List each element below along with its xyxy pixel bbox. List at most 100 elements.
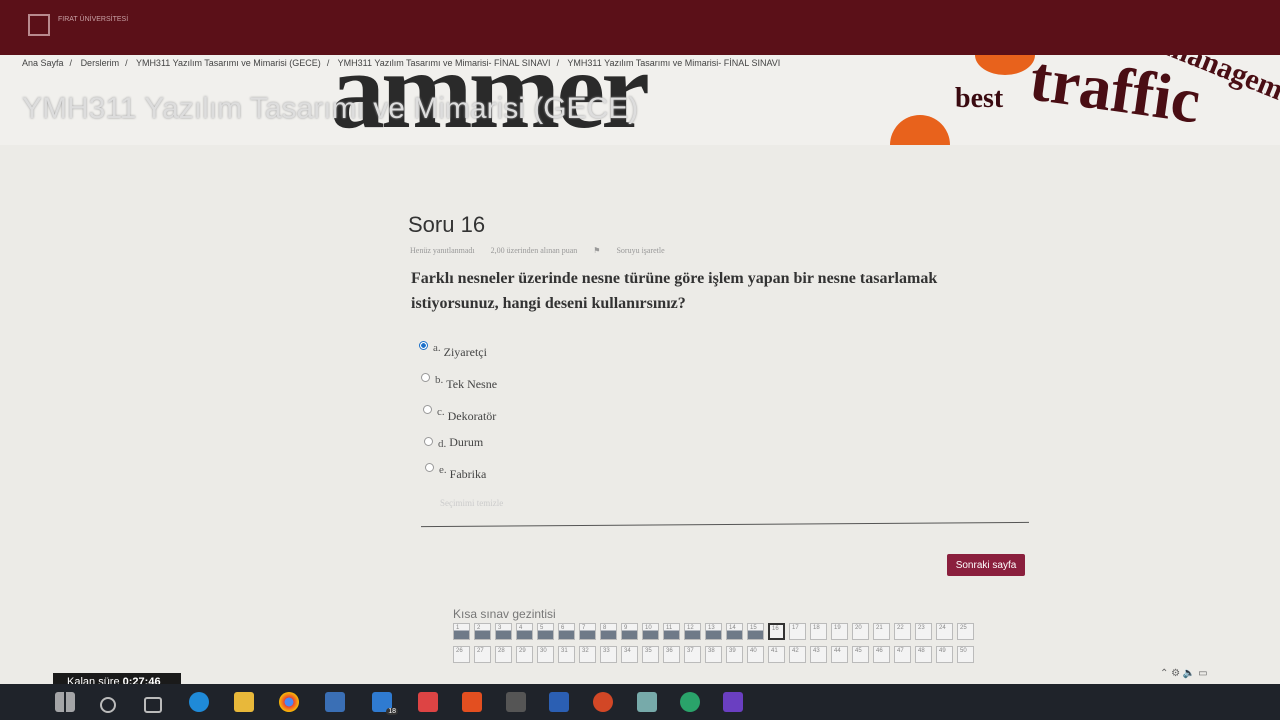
quiz-nav-button[interactable]: 26 xyxy=(453,646,470,663)
quiz-nav-button[interactable]: 27 xyxy=(474,646,491,663)
quiz-nav-button[interactable]: 32 xyxy=(579,646,596,663)
divider xyxy=(421,521,1029,528)
quiz-nav-button[interactable]: 23 xyxy=(915,623,932,640)
quiz-nav-button[interactable]: 24 xyxy=(936,623,953,640)
quiz-nav-button[interactable]: 41 xyxy=(768,646,785,663)
quiz-nav-button[interactable]: 6 xyxy=(558,623,575,640)
quiz-nav-button[interactable]: 19 xyxy=(831,623,848,640)
question-points: 2,00 üzerinden alınan puan xyxy=(490,246,578,255)
system-tray-icon[interactable]: ⌃ ⚙ 🔈 ▭ xyxy=(1160,668,1208,679)
quiz-nav-button[interactable]: 48 xyxy=(915,646,932,663)
screen: FIRAT ÜNİVERSİTESİ ammer traffic managem… xyxy=(0,0,1280,720)
mail-icon[interactable]: 18 xyxy=(372,692,398,715)
quiz-nav-button[interactable]: 33 xyxy=(600,646,617,663)
word-icon[interactable] xyxy=(549,692,569,712)
quiz-nav-button[interactable]: 12 xyxy=(684,623,701,640)
breadcrumb-item[interactable]: Derslerim xyxy=(81,58,120,68)
option-label: Tek Nesne xyxy=(446,377,498,391)
answer-option-d[interactable]: d. Durum xyxy=(424,435,483,450)
radio-button[interactable] xyxy=(419,341,428,350)
quiz-nav-button[interactable]: 17 xyxy=(789,623,806,640)
mail-badge: 18 xyxy=(386,708,398,715)
quiz-nav-button[interactable]: 45 xyxy=(852,646,869,663)
gift-icon[interactable] xyxy=(418,692,438,712)
flag-label: Soruyu işaretle xyxy=(616,246,665,255)
quiz-nav-button[interactable]: 7 xyxy=(579,623,596,640)
quiz-nav-button[interactable]: 25 xyxy=(957,623,974,640)
quiz-nav-button[interactable]: 36 xyxy=(663,646,680,663)
quiz-nav-button[interactable]: 1 xyxy=(453,623,470,640)
tools-icon[interactable] xyxy=(506,692,526,712)
option-letter: d. xyxy=(438,438,447,450)
logo-text: FIRAT ÜNİVERSİTESİ xyxy=(58,16,129,23)
quiz-nav-button[interactable]: 31 xyxy=(558,646,575,663)
answer-option-c[interactable]: c. Dekoratör xyxy=(423,405,496,424)
flag-question-link[interactable]: ⚑ Soruyu işaretle xyxy=(593,246,678,255)
quiz-nav-button[interactable]: 2 xyxy=(474,623,491,640)
radio-button[interactable] xyxy=(424,437,433,446)
flag-icon: ⚑ xyxy=(593,246,601,255)
clear-choice-link[interactable]: Seçimimi temizle xyxy=(440,498,503,508)
university-logo-icon[interactable] xyxy=(28,14,50,36)
radio-button[interactable] xyxy=(425,463,434,472)
quiz-nav-button[interactable]: 34 xyxy=(621,646,638,663)
powerpoint-icon[interactable] xyxy=(593,692,613,712)
quiz-nav-button[interactable]: 8 xyxy=(600,623,617,640)
breadcrumb-item[interactable]: Ana Sayfa xyxy=(22,58,64,68)
quiz-nav-button[interactable]: 9 xyxy=(621,623,638,640)
quiz-nav-button[interactable]: 43 xyxy=(810,646,827,663)
network-icon[interactable] xyxy=(637,692,657,712)
quiz-nav-button[interactable]: 3 xyxy=(495,623,512,640)
answer-option-e[interactable]: e. Fabrika xyxy=(425,463,486,482)
store-icon[interactable] xyxy=(325,692,345,712)
edge-icon[interactable] xyxy=(189,692,209,712)
quiz-nav-button[interactable]: 30 xyxy=(537,646,554,663)
breadcrumb-item[interactable]: YMH311 Yazılım Tasarımı ve Mimarisi (GEC… xyxy=(136,58,321,68)
option-letter: c. xyxy=(437,406,445,418)
task-view-icon[interactable] xyxy=(144,697,162,713)
quiz-nav-button[interactable]: 18 xyxy=(810,623,827,640)
quiz-nav-button[interactable]: 21 xyxy=(873,623,890,640)
search-icon[interactable] xyxy=(100,697,116,713)
quiz-nav-button[interactable]: 16 xyxy=(768,623,785,640)
quiz-nav-button[interactable]: 11 xyxy=(663,623,680,640)
quiz-nav-button[interactable]: 4 xyxy=(516,623,533,640)
visual-studio-icon[interactable] xyxy=(723,692,743,712)
quiz-nav-button[interactable]: 37 xyxy=(684,646,701,663)
breadcrumb-item[interactable]: YMH311 Yazılım Tasarımı ve Mimarisi- FİN… xyxy=(338,58,551,68)
quiz-nav-button[interactable]: 47 xyxy=(894,646,911,663)
answer-option-a[interactable]: a. Ziyaretçi xyxy=(419,341,487,360)
quiz-nav-button[interactable]: 38 xyxy=(705,646,722,663)
quiz-nav-button[interactable]: 13 xyxy=(705,623,722,640)
chrome-icon[interactable] xyxy=(279,692,299,712)
quiz-nav-button[interactable]: 50 xyxy=(957,646,974,663)
file-explorer-icon[interactable] xyxy=(234,692,254,712)
answer-option-b[interactable]: b. Tek Nesne xyxy=(421,373,497,392)
quiz-nav-button[interactable]: 14 xyxy=(726,623,743,640)
question-status: Henüz yanıtlanmadı xyxy=(410,246,475,255)
quiz-nav-button[interactable]: 15 xyxy=(747,623,764,640)
quiz-nav-button[interactable]: 22 xyxy=(894,623,911,640)
quiz-nav-button[interactable]: 29 xyxy=(516,646,533,663)
radio-button[interactable] xyxy=(423,405,432,414)
quiz-nav-button[interactable]: 35 xyxy=(642,646,659,663)
radio-button[interactable] xyxy=(421,373,430,382)
banner-decoration xyxy=(975,55,1035,75)
office-icon[interactable] xyxy=(462,692,482,712)
quiz-nav-button[interactable]: 20 xyxy=(852,623,869,640)
quiz-nav-button[interactable]: 10 xyxy=(642,623,659,640)
windows-start-icon[interactable] xyxy=(55,692,75,712)
quiz-nav-button[interactable]: 39 xyxy=(726,646,743,663)
next-page-button[interactable]: Sonraki sayfa xyxy=(947,554,1025,576)
quiz-nav-button[interactable]: 49 xyxy=(936,646,953,663)
browser-icon[interactable] xyxy=(680,692,700,712)
quiz-nav-button[interactable]: 44 xyxy=(831,646,848,663)
quiz-nav-button[interactable]: 46 xyxy=(873,646,890,663)
quiz-nav-button[interactable]: 40 xyxy=(747,646,764,663)
quiz-nav-button[interactable]: 5 xyxy=(537,623,554,640)
breadcrumb: Ana Sayfa / Derslerim / YMH311 Yazılım Tas… xyxy=(22,58,781,68)
quiz-nav-button[interactable]: 42 xyxy=(789,646,806,663)
quiz-nav-button[interactable]: 28 xyxy=(495,646,512,663)
breadcrumb-item[interactable]: YMH311 Yazılım Tasarımı ve Mimarisi- FİN… xyxy=(567,58,780,68)
banner-decoration xyxy=(890,115,950,145)
